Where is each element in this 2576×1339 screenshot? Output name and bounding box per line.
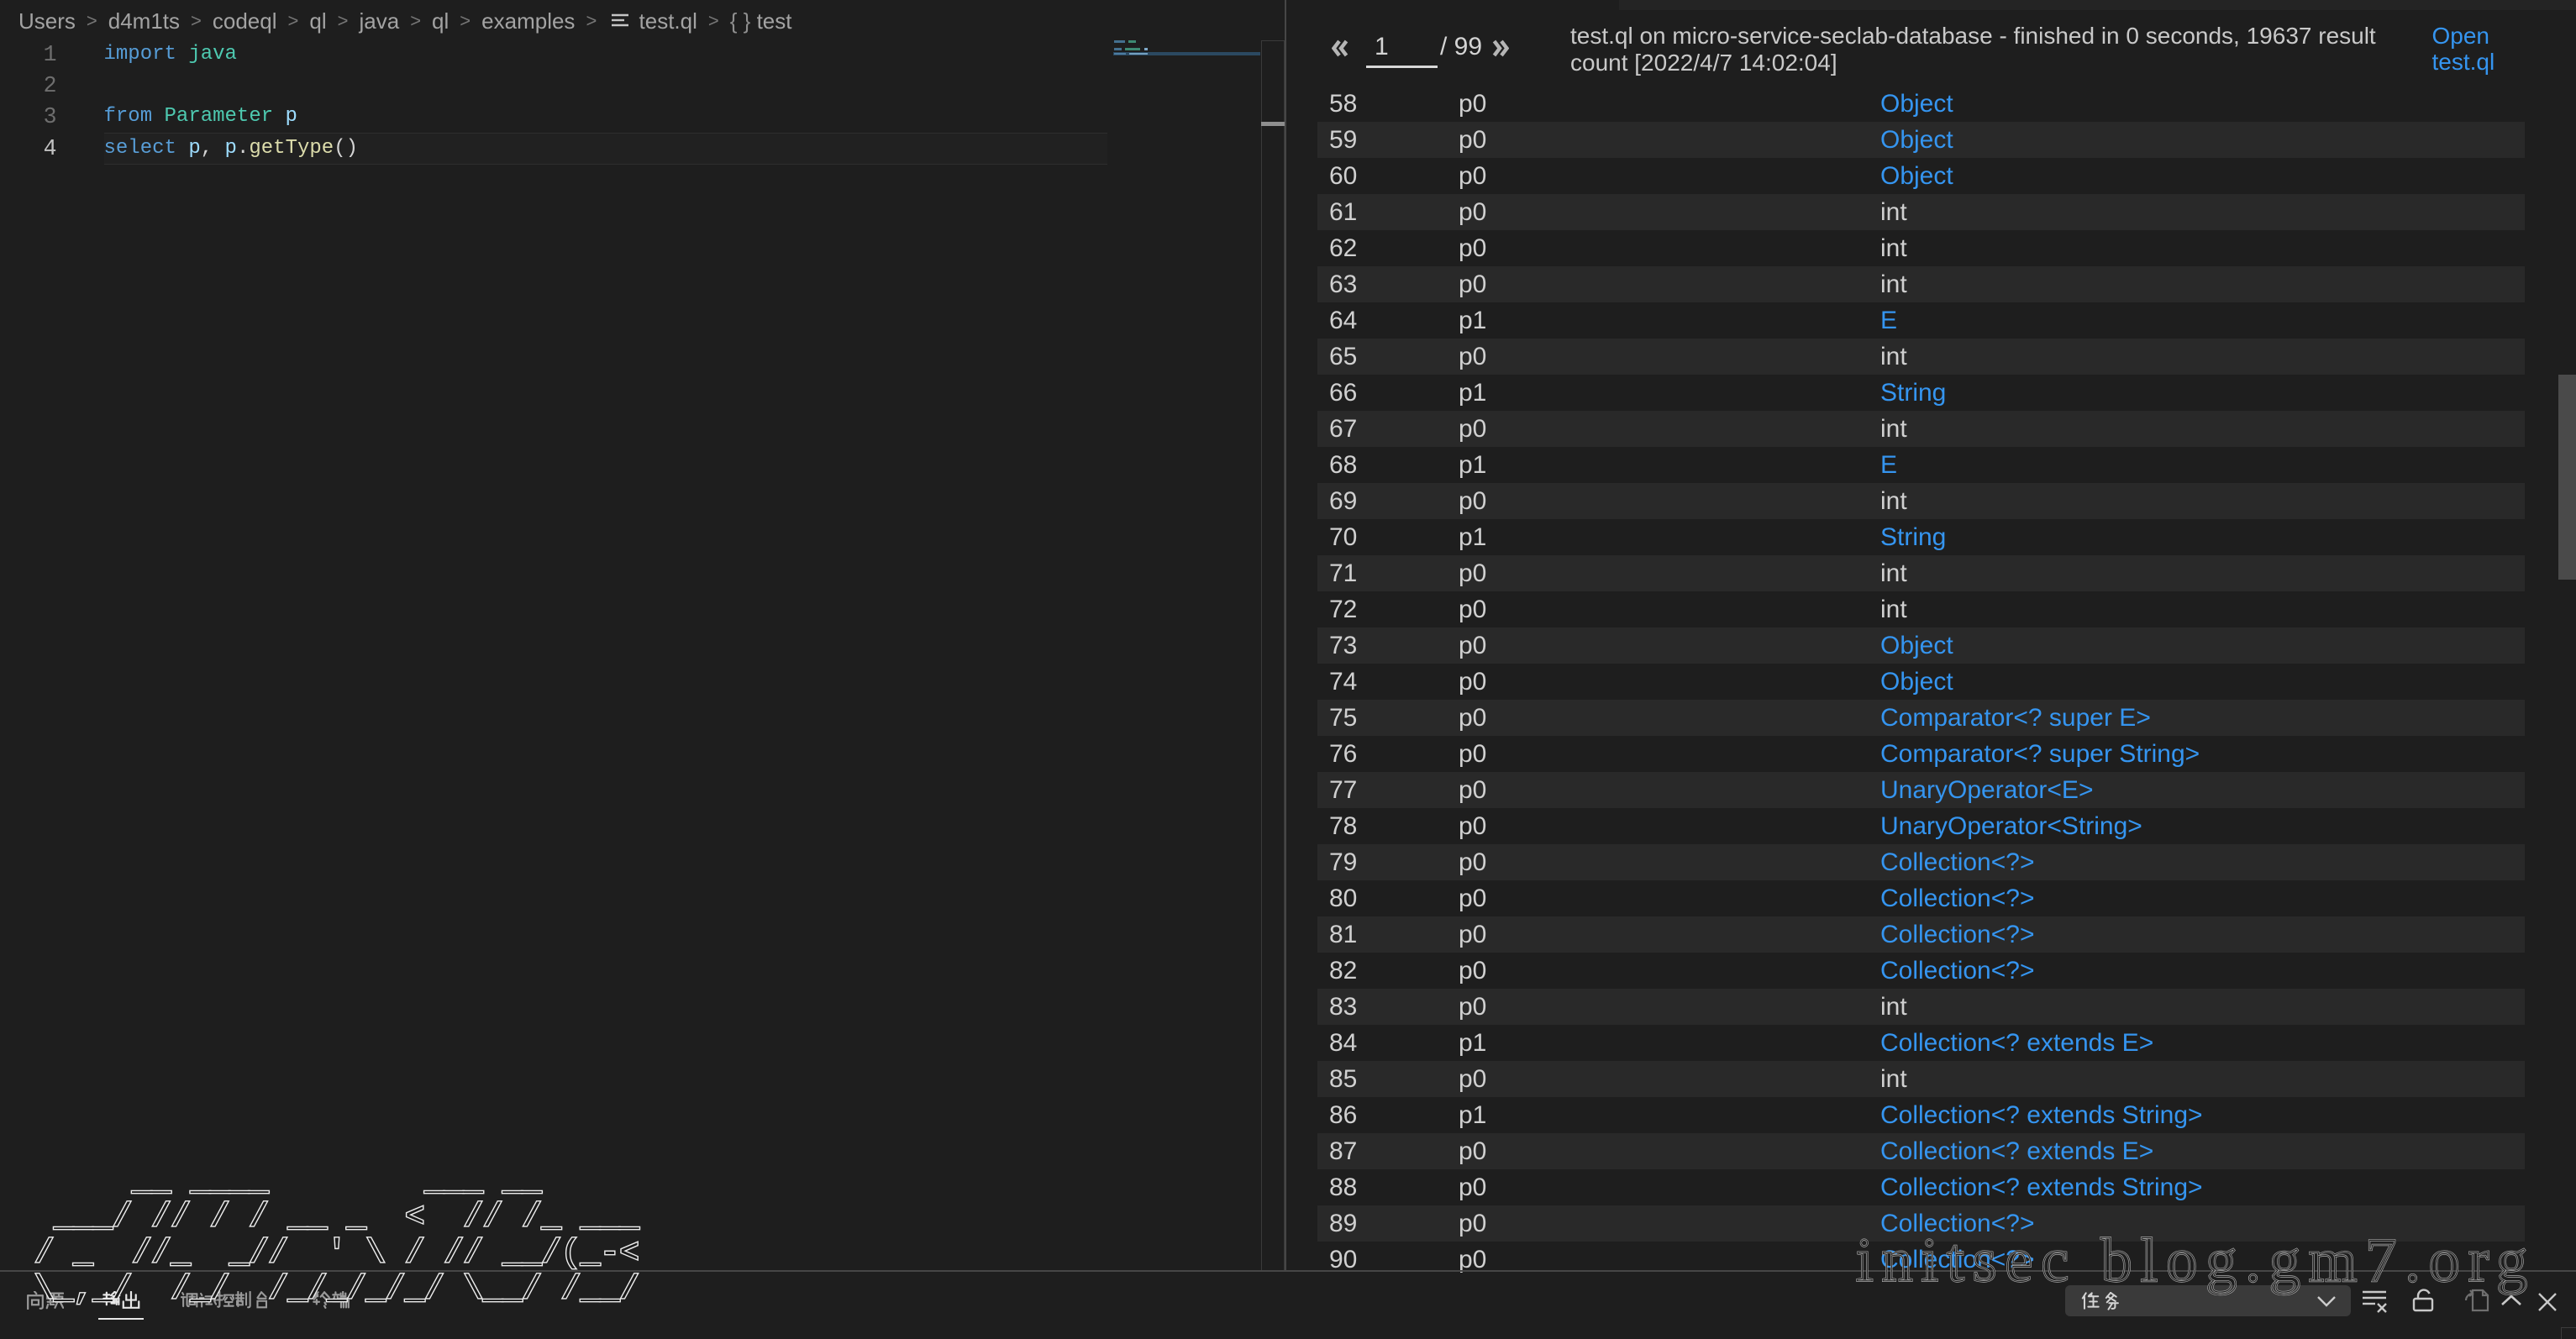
svg-text:initsec blog.gm7.org: initsec blog.gm7.org [1856,1226,2536,1295]
